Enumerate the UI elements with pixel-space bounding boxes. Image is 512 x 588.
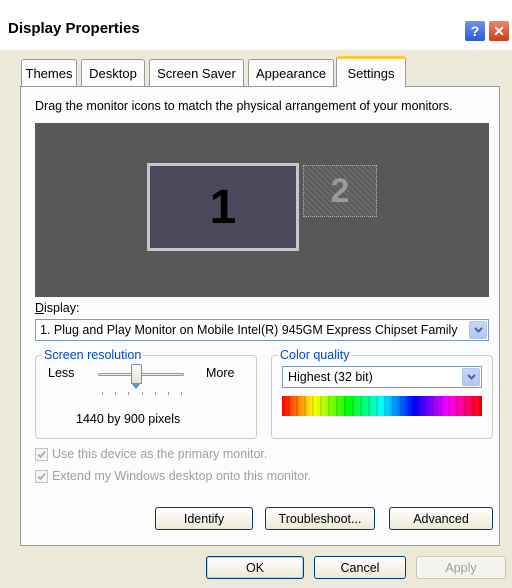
chevron-down-icon bbox=[473, 327, 483, 333]
tab-desktop[interactable]: Desktop bbox=[81, 59, 145, 86]
monitor-1-label: 1 bbox=[209, 180, 237, 234]
resolution-ticks bbox=[102, 392, 182, 396]
help-button[interactable]: ? bbox=[464, 20, 486, 42]
primary-monitor-checkbox[interactable] bbox=[35, 447, 48, 461]
close-icon: ✕ bbox=[493, 22, 505, 39]
cancel-button[interactable]: Cancel bbox=[314, 556, 406, 579]
ok-button[interactable]: OK bbox=[206, 556, 304, 579]
color-quality-group: Color quality Highest (32 bit) bbox=[271, 348, 493, 439]
display-dropdown[interactable]: 1. Plug and Play Monitor on Mobile Intel… bbox=[35, 319, 489, 341]
help-icon: ? bbox=[470, 23, 480, 39]
resolution-value: 1440 by 900 pixels bbox=[76, 412, 181, 426]
extend-desktop-checkbox[interactable] bbox=[35, 469, 48, 483]
color-quality-legend: Color quality bbox=[278, 348, 352, 362]
color-quality-dropdown-button[interactable] bbox=[462, 368, 480, 386]
advanced-button[interactable]: Advanced bbox=[389, 507, 493, 530]
display-dropdown-button[interactable] bbox=[469, 321, 487, 339]
tab-appearance[interactable]: Appearance bbox=[248, 59, 334, 86]
color-quality-value: Highest (32 bit) bbox=[288, 370, 373, 384]
less-label: Less bbox=[48, 366, 75, 380]
chevron-down-icon bbox=[466, 374, 476, 380]
monitor-arrangement-area[interactable]: 1 2 bbox=[35, 123, 489, 297]
monitor-1[interactable]: 1 bbox=[147, 163, 299, 251]
display-label-rest: isplay: bbox=[44, 301, 80, 315]
primary-monitor-label: Use this device as the primary monitor. bbox=[52, 447, 268, 461]
extend-desktop-checkbox-row[interactable]: Extend my Windows desktop onto this moni… bbox=[35, 469, 311, 483]
checkmark-icon bbox=[37, 472, 46, 480]
instruction-text: Drag the monitor icons to match the phys… bbox=[35, 99, 453, 113]
extend-desktop-label: Extend my Windows desktop onto this moni… bbox=[52, 469, 312, 483]
close-button[interactable]: ✕ bbox=[488, 20, 510, 42]
tab-settings[interactable]: Settings bbox=[336, 56, 406, 87]
resolution-slider-thumb[interactable] bbox=[131, 364, 143, 389]
checkmark-icon bbox=[37, 450, 46, 458]
title-bar: Display Properties ? ✕ bbox=[0, 0, 512, 50]
primary-monitor-checkbox-row[interactable]: Use this device as the primary monitor. bbox=[35, 447, 267, 461]
apply-button[interactable]: Apply bbox=[416, 556, 506, 579]
display-label: Display: bbox=[35, 301, 80, 315]
window-title: Display Properties bbox=[8, 20, 140, 37]
monitor-2-label: 2 bbox=[330, 171, 350, 210]
screen-resolution-group: Screen resolution Less More 1440 by 900 … bbox=[35, 348, 257, 439]
color-quality-dropdown[interactable]: Highest (32 bit) bbox=[282, 366, 482, 388]
display-properties-window: Display Properties ? ✕ Themes Desktop Sc… bbox=[0, 0, 512, 588]
more-label: More bbox=[206, 366, 235, 380]
troubleshoot-button[interactable]: Troubleshoot... bbox=[265, 507, 375, 530]
tab-themes[interactable]: Themes bbox=[21, 59, 77, 86]
tab-screen-saver[interactable]: Screen Saver bbox=[149, 59, 244, 86]
display-value: 1. Plug and Play Monitor on Mobile Intel… bbox=[40, 323, 458, 337]
screen-resolution-legend: Screen resolution bbox=[42, 348, 144, 362]
color-spectrum-bar bbox=[282, 396, 482, 416]
monitor-2[interactable]: 2 bbox=[303, 165, 377, 217]
identify-button[interactable]: Identify bbox=[155, 507, 253, 530]
settings-panel: Drag the monitor icons to match the phys… bbox=[20, 86, 500, 546]
